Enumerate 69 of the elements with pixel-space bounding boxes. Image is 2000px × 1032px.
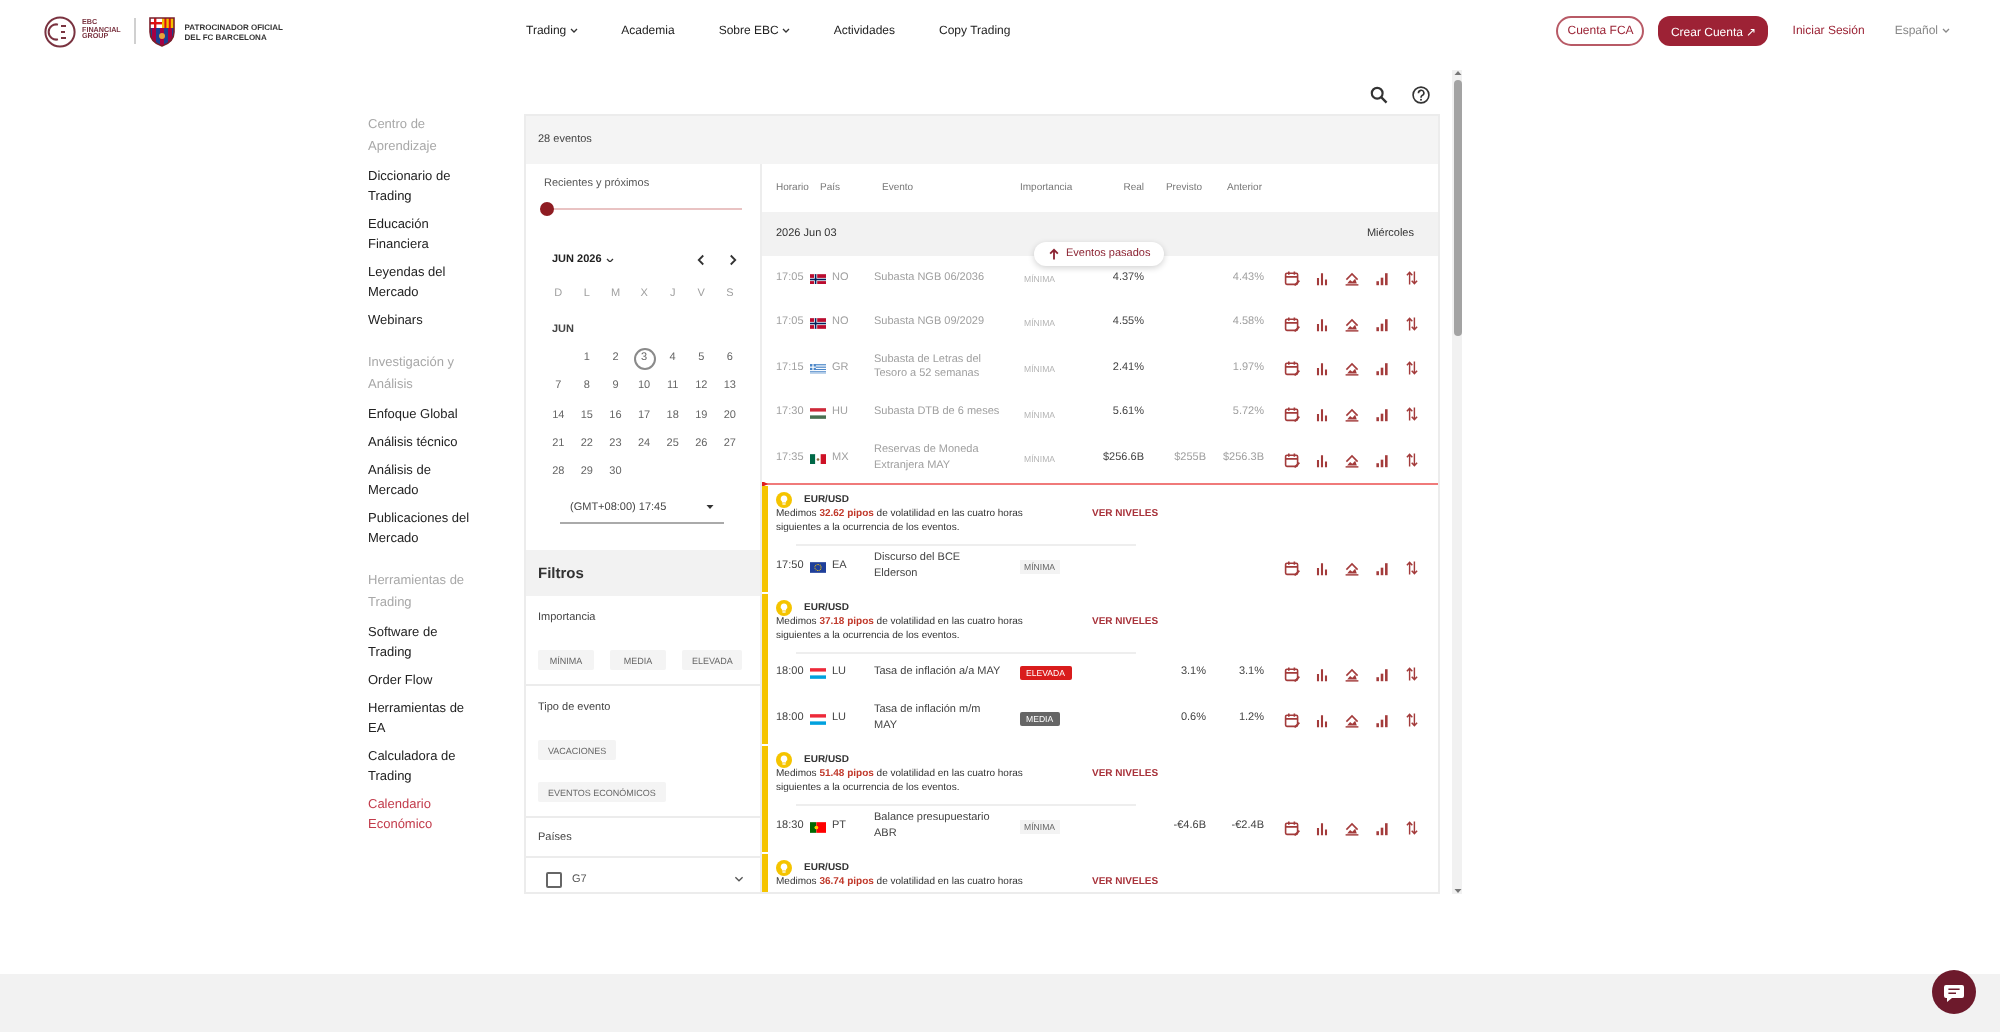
area-chart-icon[interactable] xyxy=(1344,270,1360,287)
rising-bars-icon[interactable] xyxy=(1374,451,1390,468)
search-icon[interactable] xyxy=(1370,85,1388,103)
slider-thumb[interactable] xyxy=(540,201,554,215)
calendar-icon[interactable] xyxy=(1284,315,1300,332)
logo-icon xyxy=(44,15,76,47)
caret-icon xyxy=(706,504,714,511)
lightbulb-icon xyxy=(776,751,792,768)
area-chart-icon[interactable] xyxy=(1344,665,1360,682)
rising-bars-icon[interactable] xyxy=(1374,711,1390,728)
area-chart-icon[interactable] xyxy=(1344,360,1360,377)
chevron-right-icon[interactable] xyxy=(728,254,738,266)
bar-chart-icon[interactable] xyxy=(1314,711,1330,728)
calendar-icon[interactable] xyxy=(1284,559,1300,576)
up-down-arrows-icon[interactable] xyxy=(1404,665,1420,682)
up-down-arrows-icon[interactable] xyxy=(1404,711,1420,728)
calendar-icon[interactable] xyxy=(1284,406,1300,423)
up-down-arrows-icon[interactable] xyxy=(1404,451,1420,468)
scroll-down-icon[interactable] xyxy=(1453,888,1461,894)
scrollbar[interactable] xyxy=(1452,70,1462,894)
crest-icon xyxy=(148,15,177,47)
up-down-arrows-icon[interactable] xyxy=(1404,559,1420,576)
chevron-left-icon[interactable] xyxy=(696,254,706,266)
bar-chart-icon[interactable] xyxy=(1314,270,1330,287)
lightbulb-icon xyxy=(776,491,792,508)
bar-chart-icon[interactable] xyxy=(1314,360,1330,377)
up-down-arrows-icon[interactable] xyxy=(1404,270,1420,287)
calendar-icon[interactable] xyxy=(1284,665,1300,682)
caret-icon xyxy=(1942,28,1950,34)
area-chart-icon[interactable] xyxy=(1344,315,1360,332)
calendar-icon[interactable] xyxy=(1284,711,1300,728)
bar-chart-icon[interactable] xyxy=(1314,665,1330,682)
calendar-icon[interactable] xyxy=(1284,360,1300,377)
bar-chart-icon[interactable] xyxy=(1314,559,1330,576)
scrollbar-thumb[interactable] xyxy=(1453,80,1461,336)
rising-bars-icon[interactable] xyxy=(1374,315,1390,332)
help-icon[interactable] xyxy=(1412,85,1430,103)
caret-icon xyxy=(781,28,790,34)
area-chart-icon[interactable] xyxy=(1344,406,1360,423)
calendar-icon[interactable] xyxy=(1284,451,1300,468)
chat-bubble-icon xyxy=(1942,980,1966,1004)
rising-bars-icon[interactable] xyxy=(1374,819,1390,836)
bar-chart-icon[interactable] xyxy=(1314,819,1330,836)
rising-bars-icon[interactable] xyxy=(1374,406,1390,423)
rising-bars-icon[interactable] xyxy=(1374,270,1390,287)
rising-bars-icon[interactable] xyxy=(1374,665,1390,682)
chevron-down-icon[interactable] xyxy=(734,876,744,882)
scroll-up-icon[interactable] xyxy=(1453,70,1461,76)
calendar-icon[interactable] xyxy=(1284,270,1300,287)
arrow-up-icon xyxy=(1048,248,1060,260)
lightbulb-icon xyxy=(776,859,792,876)
caret-icon xyxy=(569,28,578,34)
lightbulb-icon xyxy=(776,599,792,616)
rising-bars-icon[interactable] xyxy=(1374,559,1390,576)
up-down-arrows-icon[interactable] xyxy=(1404,360,1420,377)
area-chart-icon[interactable] xyxy=(1344,819,1360,836)
calendar-icon[interactable] xyxy=(1284,819,1300,836)
area-chart-icon[interactable] xyxy=(1344,711,1360,728)
rising-bars-icon[interactable] xyxy=(1374,360,1390,377)
up-down-arrows-icon[interactable] xyxy=(1404,819,1420,836)
bar-chart-icon[interactable] xyxy=(1314,406,1330,423)
checkbox[interactable] xyxy=(546,871,562,887)
area-chart-icon[interactable] xyxy=(1344,559,1360,576)
up-down-arrows-icon[interactable] xyxy=(1404,315,1420,332)
area-chart-icon[interactable] xyxy=(1344,451,1360,468)
bar-chart-icon[interactable] xyxy=(1314,315,1330,332)
caret-icon xyxy=(605,257,614,263)
bar-chart-icon[interactable] xyxy=(1314,451,1330,468)
up-down-arrows-icon[interactable] xyxy=(1404,406,1420,423)
